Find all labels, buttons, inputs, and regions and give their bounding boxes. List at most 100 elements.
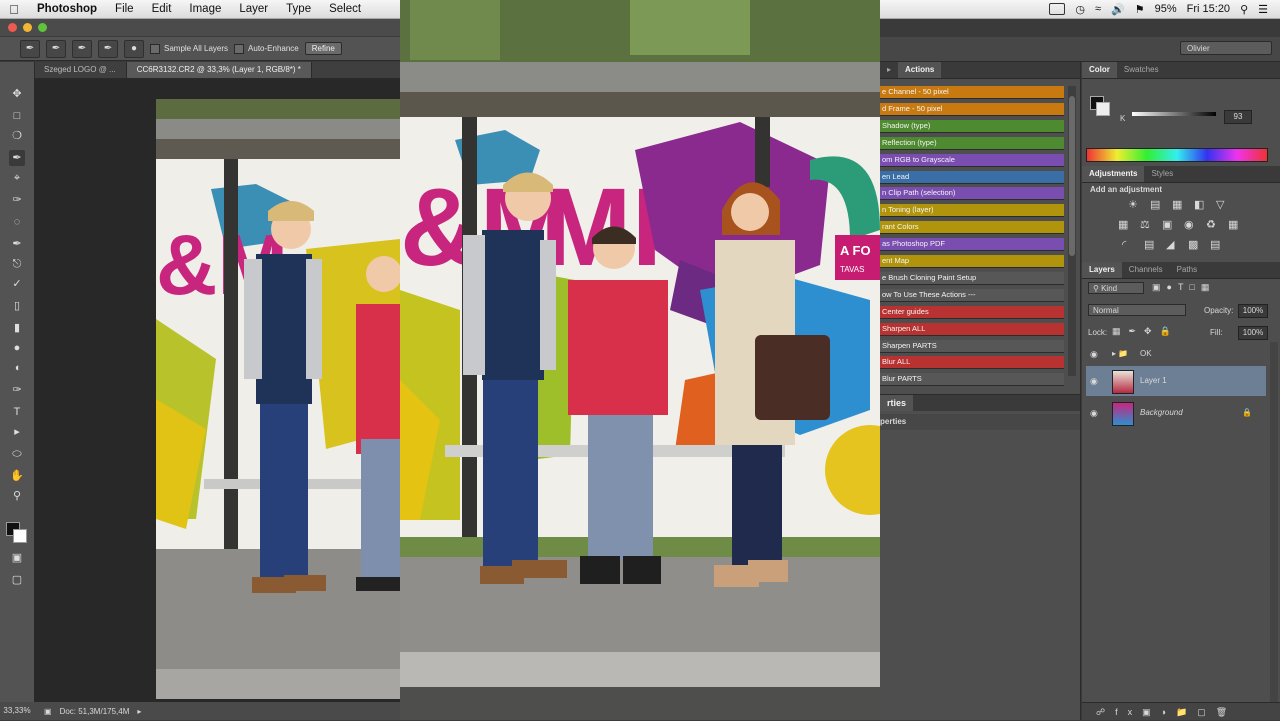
blur-tool-icon[interactable]: ● — [9, 340, 25, 356]
auto-enhance-checkbox[interactable]: Auto-Enhance — [234, 43, 299, 54]
layer-row-background[interactable]: ◉ Background 🔒 — [1086, 398, 1266, 428]
volume-icon[interactable]: 🔊 — [1111, 3, 1125, 16]
tool-preset-brush-icon[interactable]: ✒ — [20, 39, 40, 58]
menu-select[interactable]: Select — [320, 3, 370, 15]
tab-channels[interactable]: Channels — [1122, 262, 1170, 278]
action-item[interactable]: n Clip Path (selection) — [880, 187, 1064, 201]
background-color-swatch[interactable] — [13, 529, 27, 543]
action-item[interactable]: Blur ALL — [880, 356, 1064, 370]
action-item[interactable]: om RGB to Grayscale — [880, 153, 1064, 167]
brush-size-picker-icon[interactable]: ● — [124, 39, 144, 58]
color-spectrum-ramp[interactable] — [1086, 148, 1268, 162]
color-balance-icon[interactable]: ⚖ — [1140, 218, 1150, 231]
action-item[interactable]: ent Map — [880, 255, 1064, 268]
hue-sat-icon[interactable]: ▦ — [1118, 218, 1128, 231]
canvas-area[interactable]: &M — [34, 79, 400, 702]
black-white-icon[interactable]: ▣ — [1162, 218, 1172, 231]
subtract-selection-brush-icon[interactable]: ✒ — [98, 39, 118, 58]
doc-tab-active[interactable]: CC6R3132.CR2 @ 33,3% (Layer 1, RGB/8*) * — [126, 62, 312, 78]
workspace-switcher[interactable]: Olivier — [1180, 41, 1272, 55]
zoom-tool-icon[interactable]: ⚲ — [9, 488, 25, 504]
posterize-icon[interactable]: ▤ — [1144, 238, 1154, 251]
menu-photoshop[interactable]: Photoshop — [28, 3, 106, 15]
notification-icon[interactable]: ☰ — [1258, 3, 1268, 16]
menu-image[interactable]: Image — [180, 3, 230, 15]
action-item[interactable]: e Brush Cloning Paint Setup — [880, 271, 1064, 285]
action-item[interactable]: d Frame - 50 pixel — [880, 102, 1064, 116]
curves-icon[interactable]: ▦ — [1172, 198, 1182, 211]
clock-text[interactable]: Fri 15:20 — [1187, 3, 1230, 15]
lasso-tool-icon[interactable]: ❍ — [9, 128, 25, 144]
history-brush-tool-icon[interactable]: ✓ — [9, 276, 25, 292]
gradient-map-icon[interactable]: ▤ — [1210, 238, 1220, 251]
close-window-icon[interactable] — [8, 23, 17, 32]
menu-type[interactable]: Type — [277, 3, 320, 15]
tab-swatches[interactable]: Swatches — [1117, 62, 1166, 78]
timemachine-icon[interactable]: ◷ — [1075, 3, 1085, 16]
action-item[interactable]: Blur PARTS — [880, 373, 1064, 387]
visibility-eye-icon[interactable]: ◉ — [1090, 342, 1102, 366]
fill-input[interactable]: 100% — [1238, 326, 1268, 340]
crop-tool-icon[interactable]: ⌖ — [9, 170, 25, 186]
hand-tool-icon[interactable]: ✋ — [9, 468, 25, 484]
action-item[interactable]: rant Colors — [880, 221, 1064, 235]
dodge-tool-icon[interactable]: ◖ — [9, 360, 25, 376]
quick-selection-tool-icon[interactable]: ✒ — [9, 150, 25, 166]
opacity-input[interactable]: 100% — [1238, 304, 1268, 318]
selective-color-icon[interactable]: ▩ — [1188, 238, 1198, 251]
status-thumb-icon[interactable]: ▣ — [44, 707, 52, 716]
tab-adjustments[interactable]: Adjustments — [1082, 166, 1145, 182]
refine-edge-button[interactable]: Refine — [304, 42, 342, 55]
levels-icon[interactable]: ▤ — [1150, 198, 1160, 211]
eraser-tool-icon[interactable]: ▯ — [9, 298, 25, 314]
shape-tool-icon[interactable]: ⬭ — [9, 446, 25, 462]
action-item[interactable]: Sharpen PARTS — [880, 339, 1064, 353]
doc-size-text[interactable]: Doc: 51,3M/175,4M — [60, 707, 130, 716]
layers-scrollbar[interactable] — [1270, 342, 1278, 702]
menu-edit[interactable]: Edit — [143, 3, 181, 15]
pen-tool-icon[interactable]: ✑ — [9, 382, 25, 398]
tab-actions[interactable]: Actions — [898, 62, 942, 78]
action-item[interactable]: Shadow (type) — [880, 119, 1064, 133]
action-item[interactable]: en Lead — [880, 170, 1064, 184]
action-item[interactable]: as Photoshop PDF — [880, 238, 1064, 252]
visibility-eye-icon[interactable]: ◉ — [1090, 366, 1102, 396]
action-item[interactable]: Sharpen ALL — [880, 322, 1064, 336]
screen-icon[interactable] — [1049, 3, 1066, 15]
eyedropper-tool-icon[interactable]: ✑ — [9, 192, 25, 208]
layers-footer-icons[interactable]: ☍fx▣◑📁▢🗑 — [1082, 702, 1280, 720]
vibrance-icon[interactable]: ▽ — [1216, 198, 1224, 211]
invert-icon[interactable]: ◜ — [1122, 238, 1126, 251]
status-arrow-icon[interactable]: ▸ — [137, 707, 141, 716]
color-lookup-icon[interactable]: ▦ — [1228, 218, 1238, 231]
wifi-icon[interactable]: ≈ — [1095, 3, 1101, 15]
photo-filter-icon[interactable]: ◉ — [1184, 218, 1194, 231]
quick-mask-icon[interactable]: ▣ — [9, 550, 25, 566]
action-item[interactable]: ow To Use These Actions --- — [880, 288, 1064, 302]
tab-layers[interactable]: Layers — [1082, 262, 1122, 278]
color-bg-swatch[interactable] — [1096, 102, 1110, 116]
channel-mixer-icon[interactable]: ♻ — [1206, 218, 1216, 231]
screen-mode-icon[interactable]: ▢ — [9, 572, 25, 588]
canvas-photo-left[interactable]: &M — [156, 99, 400, 699]
healing-tool-icon[interactable]: ◌ — [9, 214, 25, 230]
tab-properties[interactable]: rties — [880, 395, 914, 411]
action-item[interactable]: e Channel - 50 pixel — [880, 86, 1064, 99]
spotlight-icon[interactable]: ⚲ — [1240, 3, 1248, 16]
tab-styles[interactable]: Styles — [1144, 166, 1180, 182]
menu-file[interactable]: File — [106, 3, 143, 15]
action-item[interactable]: Reflection (type) — [880, 136, 1064, 150]
layer-filter-icons[interactable]: ▣●T□▦ — [1152, 282, 1262, 294]
actions-scrollbar[interactable] — [1068, 86, 1076, 376]
zoom-window-icon[interactable] — [38, 23, 47, 32]
action-item[interactable]: Center guides — [880, 305, 1064, 319]
brush-tool-icon[interactable]: ✒ — [9, 236, 25, 252]
battery-text[interactable]: 95% — [1155, 3, 1177, 15]
tab-color[interactable]: Color — [1082, 62, 1117, 78]
exposure-icon[interactable]: ◧ — [1194, 198, 1204, 211]
color-k-slider[interactable] — [1132, 112, 1216, 116]
sample-all-layers-checkbox[interactable]: Sample All Layers — [150, 43, 228, 54]
stamp-tool-icon[interactable]: ⎋ — [9, 256, 25, 272]
lock-icons[interactable]: ▦✒✥🔒 — [1112, 326, 1179, 337]
layer-filter-select[interactable]: ⚲ Kind — [1088, 282, 1144, 294]
